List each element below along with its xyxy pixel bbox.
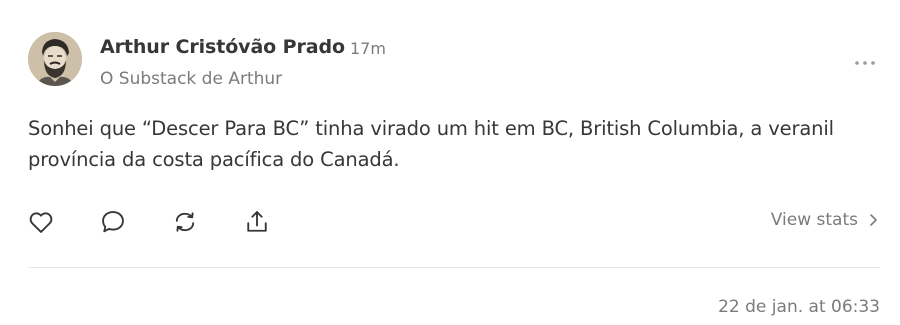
restack-icon (175, 212, 195, 232)
publication-name[interactable]: O Substack de Arthur (100, 69, 282, 89)
note-card: Arthur Cristóvão Prado 17m O Substack de… (0, 0, 900, 325)
ellipsis-icon (855, 61, 875, 65)
more-options-button[interactable] (846, 50, 884, 76)
like-button[interactable] (25, 206, 57, 238)
heart-icon (29, 212, 53, 233)
avatar-portrait-icon (28, 32, 82, 86)
note-timestamp[interactable]: 17m (350, 39, 386, 58)
comment-button[interactable] (97, 206, 129, 238)
author-name[interactable]: Arthur Cristóvão Prado (100, 36, 345, 58)
divider (28, 267, 880, 268)
note-date: 22 de jan. at 06:33 (718, 297, 880, 317)
view-stats-link[interactable]: View stats (771, 210, 878, 230)
author-avatar[interactable] (28, 32, 82, 86)
note-body: Sonhei que “Descer Para BC” tinha virado… (28, 117, 834, 171)
comment-icon (102, 211, 124, 233)
restack-button[interactable] (169, 206, 201, 238)
share-button[interactable] (241, 206, 273, 238)
share-icon (247, 211, 267, 232)
view-stats-label: View stats (770, 210, 858, 230)
chevron-right-icon (870, 214, 877, 226)
